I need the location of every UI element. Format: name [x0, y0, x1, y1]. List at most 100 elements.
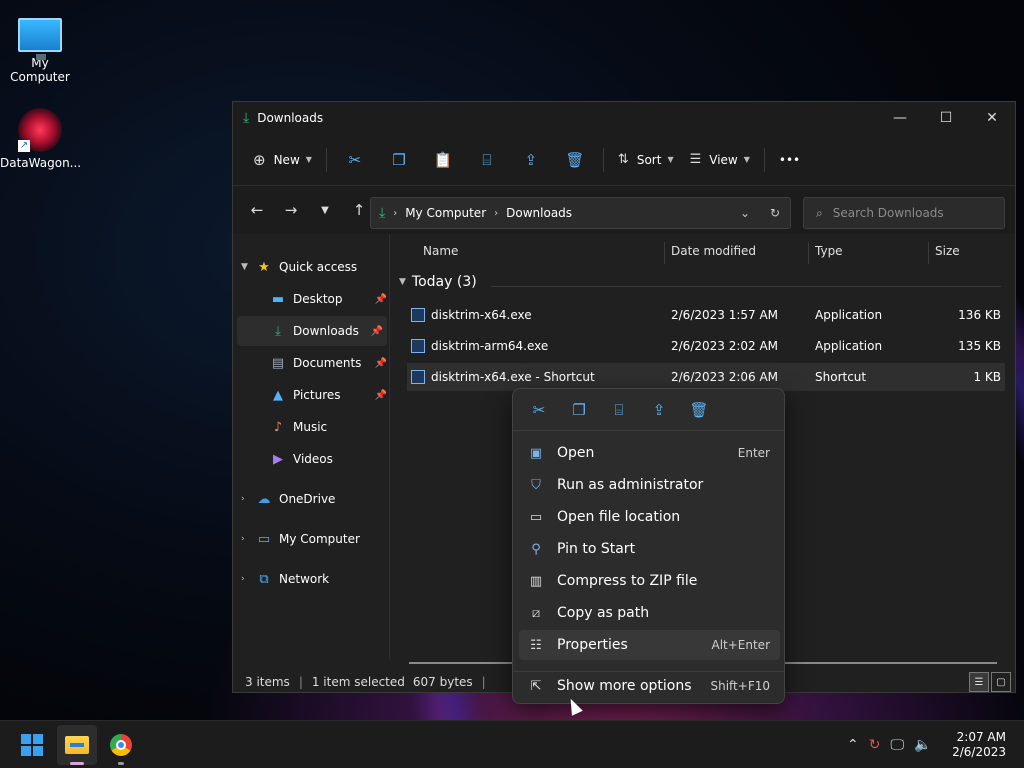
sidebar-item-downloads[interactable]: ⤓ Downloads 📌 — [237, 316, 387, 346]
column-header-type[interactable]: Type — [815, 244, 843, 258]
start-button[interactable] — [12, 725, 52, 765]
view-button[interactable]: ☰ View ▼ — [682, 144, 758, 176]
toolbar-divider — [602, 147, 604, 172]
delete-icon[interactable]: 🗑 — [683, 394, 715, 426]
rename-icon[interactable]: ⌸ — [603, 394, 635, 426]
group-header-today[interactable]: ▼ Today (3) — [399, 274, 477, 290]
sidebar-item-my-computer[interactable]: › ▭ My Computer — [241, 524, 387, 554]
volume-icon[interactable]: 🔈 — [914, 737, 931, 753]
clock-date: 2/6/2023 — [952, 745, 1006, 759]
sidebar-item-label: Videos — [293, 452, 333, 466]
pin-icon: 📌 — [374, 293, 387, 305]
sidebar-item-network[interactable]: › ⧉ Network — [241, 564, 387, 594]
breadcrumb-chevron-icon: › — [494, 207, 499, 219]
sort-icon: ⇅ — [617, 152, 629, 167]
toolbar-divider — [763, 147, 765, 172]
paste-icon[interactable]: 📋 — [427, 144, 459, 176]
address-bar[interactable]: ⤓ › My Computer › Downloads ⌄ ↻ — [370, 197, 791, 229]
file-row[interactable]: disktrim-x64.exe 2/6/2023 1:57 AM Applic… — [407, 301, 1005, 329]
address-dropdown-chevron-icon[interactable]: ⌄ — [730, 206, 760, 220]
column-divider[interactable] — [928, 242, 929, 264]
copy-icon[interactable]: ❐ — [563, 394, 595, 426]
maximize-button[interactable]: ☐ — [923, 102, 969, 134]
menu-item-label: Open file location — [557, 509, 681, 525]
menu-item-pin-to-start[interactable]: ⚲ Pin to Start — [519, 534, 780, 564]
column-header-size[interactable]: Size — [935, 244, 960, 258]
share-icon[interactable]: ⇪ — [643, 394, 675, 426]
cut-icon[interactable]: ✂ — [523, 394, 555, 426]
menu-item-properties[interactable]: ☷ Properties Alt+Enter — [519, 630, 780, 660]
sidebar-item-documents[interactable]: ▤ Documents 📌 — [269, 348, 387, 378]
menu-item-open-file-location[interactable]: ▭ Open file location — [519, 502, 780, 532]
star-icon: ★ — [258, 259, 270, 275]
sidebar-item-quick-access[interactable]: ▼ ★ Quick access — [241, 252, 387, 282]
chrome-icon — [110, 734, 132, 756]
new-button[interactable]: ⊕ New ▼ — [245, 144, 320, 176]
column-header-name[interactable]: Name — [423, 244, 458, 258]
pane-divider[interactable] — [389, 234, 390, 659]
file-size: 136 KB — [958, 308, 1001, 322]
menu-item-show-more-options[interactable]: ⇱ Show more options Shift+F10 — [519, 671, 780, 701]
music-icon: ♪ — [273, 419, 283, 435]
column-divider[interactable] — [664, 242, 665, 264]
taskbar-chrome[interactable] — [101, 725, 141, 765]
chevron-up-icon[interactable]: ⌃ — [847, 737, 859, 753]
chevron-right-icon: › — [241, 534, 245, 544]
sidebar-item-label: Network — [279, 572, 330, 586]
file-type: Application — [815, 308, 883, 322]
sidebar-item-onedrive[interactable]: › ☁ OneDrive — [241, 484, 387, 514]
menu-item-open[interactable]: ▣ Open Enter — [519, 438, 780, 468]
file-row[interactable]: disktrim-arm64.exe 2/6/2023 2:02 AM Appl… — [407, 332, 1005, 360]
shield-icon: ⛉ — [531, 477, 541, 493]
tiles-view-icon[interactable]: ▢ — [991, 672, 1011, 692]
update-icon[interactable]: ↻ — [869, 737, 881, 753]
back-arrow-icon[interactable]: ← — [241, 194, 273, 226]
download-icon: ⤓ — [379, 205, 386, 221]
title-bar[interactable]: ⤓ Downloads — ☐ ✕ — [233, 102, 1015, 134]
refresh-icon[interactable]: ↻ — [760, 206, 790, 220]
network-icon[interactable]: 🖵 — [890, 737, 904, 753]
breadcrumb-downloads[interactable]: Downloads — [506, 206, 572, 220]
clock-time: 2:07 AM — [956, 730, 1006, 744]
menu-item-label: Show more options — [557, 678, 692, 694]
recent-locations-chevron-icon[interactable]: ▼ — [309, 194, 341, 226]
breadcrumb-chevron-icon: › — [393, 207, 398, 219]
desktop-icon-my-computer[interactable]: My Computer — [0, 10, 80, 84]
breadcrumb-my-computer[interactable]: My Computer — [405, 206, 486, 220]
menu-item-label: Properties — [557, 637, 628, 653]
search-input[interactable]: ⌕ Search Downloads — [803, 197, 1005, 229]
menu-item-copy-as-path[interactable]: ⧄ Copy as path — [519, 598, 780, 628]
taskbar-file-explorer[interactable] — [57, 725, 97, 765]
share-icon[interactable]: ⇪ — [515, 144, 547, 176]
open-icon: ▣ — [529, 445, 543, 461]
sidebar-item-music[interactable]: ♪ Music — [269, 412, 387, 442]
plus-circle-icon: ⊕ — [253, 150, 266, 169]
minimize-button[interactable]: — — [877, 102, 923, 134]
file-row-selected[interactable]: disktrim-x64.exe - Shortcut 2/6/2023 2:0… — [407, 363, 1005, 391]
menu-item-run-as-administrator[interactable]: ⛉ Run as administrator — [519, 470, 780, 500]
menu-item-compress-to-zip[interactable]: ▥ Compress to ZIP file — [519, 566, 780, 596]
group-divider — [491, 286, 1001, 287]
running-indicator — [118, 762, 124, 765]
column-header-date-modified[interactable]: Date modified — [671, 244, 756, 258]
cloud-icon: ☁ — [257, 491, 271, 507]
desktop-icon-datawagon[interactable]: ↗ DataWagon... — [0, 108, 81, 170]
forward-arrow-icon[interactable]: → — [275, 194, 307, 226]
column-divider[interactable] — [808, 242, 809, 264]
close-button[interactable]: ✕ — [969, 102, 1015, 134]
details-view-icon[interactable]: ☰ — [969, 672, 989, 692]
delete-icon[interactable]: 🗑 — [559, 144, 591, 176]
application-file-icon — [411, 339, 425, 353]
sidebar-item-pictures[interactable]: ▲ Pictures 📌 — [269, 380, 387, 410]
sidebar-item-desktop[interactable]: ▬ Desktop 📌 — [269, 284, 387, 314]
rename-icon[interactable]: ⌸ — [471, 144, 503, 176]
cut-icon[interactable]: ✂ — [339, 144, 371, 176]
sidebar-item-videos[interactable]: ▶ Videos — [269, 444, 387, 474]
copy-icon[interactable]: ❐ — [383, 144, 415, 176]
more-options-button[interactable]: ••• — [771, 144, 808, 176]
properties-icon: ☷ — [530, 637, 542, 653]
datawagon-icon: ↗ — [18, 108, 62, 152]
taskbar-clock[interactable]: 2:07 AM 2/6/2023 — [952, 730, 1006, 760]
application-file-icon — [411, 308, 425, 322]
sort-button[interactable]: ⇅ Sort ▼ — [610, 144, 682, 176]
